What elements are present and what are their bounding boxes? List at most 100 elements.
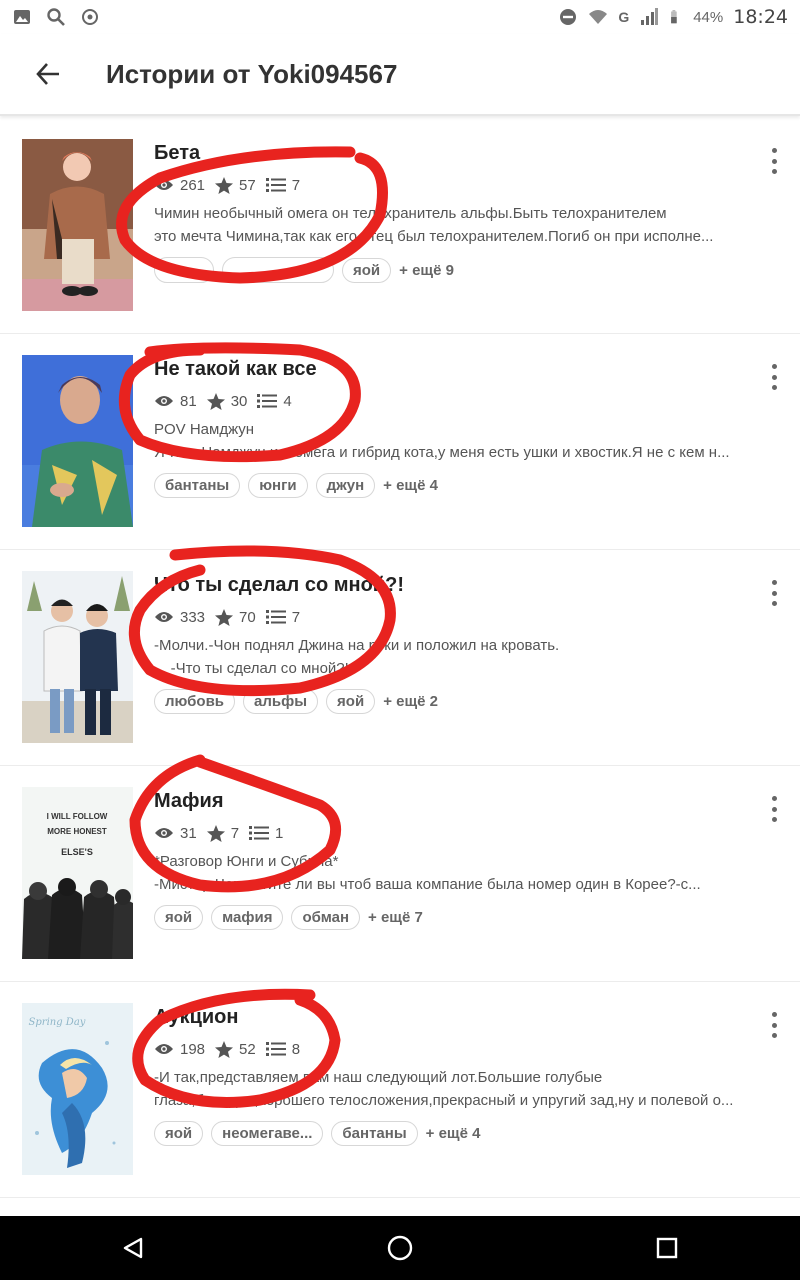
tag-chip[interactable]: яой [154, 905, 204, 930]
more-tags-link[interactable]: + ещё 4 [383, 477, 438, 494]
more-tags-link[interactable]: + ещё 2 [383, 693, 438, 710]
eye-icon [155, 180, 173, 190]
story-card[interactable]: Что ты сделал со мной?! 333 70 7 -Молчи.… [0, 550, 800, 766]
clock: 18:24 [733, 6, 788, 28]
views-count: 31 [180, 824, 197, 842]
star-icon [215, 608, 234, 626]
system-nav-bar [0, 1216, 800, 1280]
tag-chip[interactable]: яой [326, 689, 376, 714]
parts-count: 4 [283, 392, 292, 410]
tag-chip[interactable]: юнги [248, 473, 308, 498]
tag-chip[interactable]: бантаны [154, 473, 241, 498]
views-count: 198 [180, 1040, 206, 1058]
tag-chip[interactable]: неомегаве... [211, 1121, 324, 1146]
stars-count: 52 [239, 1040, 256, 1058]
nav-back-button[interactable] [103, 1216, 163, 1280]
tag-chip[interactable] [154, 257, 214, 283]
story-title[interactable]: Бета [154, 142, 774, 168]
tag-chip[interactable]: обман [291, 905, 361, 930]
search-icon [47, 8, 65, 26]
parts-list-icon [265, 1042, 286, 1056]
overflow-menu-button[interactable] [762, 364, 786, 390]
dnd-icon [560, 9, 577, 25]
description-line: глаза,блондин,хорошего телосложения,прек… [154, 1092, 734, 1109]
app-bar: Истории от Yoki094567 [0, 34, 800, 116]
overflow-menu-button[interactable] [762, 796, 786, 822]
story-stats: 261 57 7 [154, 174, 774, 196]
more-tags-link[interactable]: + ещё 9 [399, 262, 454, 279]
stars-count: 30 [230, 392, 248, 410]
description-line: -Мистер Чон,хотите ли вы чтоб ваша компа… [154, 876, 701, 893]
description-line: Чимин необычный омега он телохранитель а… [154, 205, 667, 222]
views-count: 333 [180, 608, 206, 626]
back-button[interactable] [0, 33, 96, 115]
story-cover[interactable] [22, 355, 133, 527]
star-icon [206, 392, 225, 410]
page-title: Истории от Yoki094567 [106, 58, 398, 89]
story-card[interactable]: Не такой как все 81 30 4 POV Намджун Я-К… [0, 334, 800, 550]
story-card[interactable]: I WILL FOLLOW MORE HONEST ELSE'S Мафия 3… [0, 766, 800, 982]
tag-chip[interactable]: яой [342, 257, 392, 283]
overflow-menu-button[interactable] [762, 580, 786, 606]
story-title[interactable]: Аукцион [154, 1006, 774, 1032]
parts-list-icon [257, 394, 278, 408]
nav-home-button[interactable] [370, 1216, 430, 1280]
battery-icon [671, 10, 677, 24]
parts-count: 7 [291, 608, 301, 626]
story-cover[interactable] [22, 139, 133, 311]
cover-caption: I WILL FOLLOW [47, 812, 108, 821]
tag-list: яой неомегаве... бантаны + ещё 4 [154, 1121, 774, 1146]
story-description: Чимин необычный омега он телохранитель а… [154, 202, 774, 248]
parts-count: 8 [291, 1040, 301, 1058]
tag-list: яой мафия обман + ещё 7 [154, 905, 774, 930]
signal-icon [641, 8, 659, 25]
eye-icon [155, 828, 173, 838]
star-icon [206, 824, 225, 842]
nav-recents-button[interactable] [637, 1216, 697, 1280]
overflow-menu-button[interactable] [762, 1012, 786, 1038]
story-card[interactable]: Бета 261 57 7 Чимин необычный омега он т… [0, 118, 800, 334]
back-triangle-icon [124, 1237, 143, 1259]
tag-chip[interactable]: альфы [243, 689, 319, 714]
story-cover[interactable] [22, 571, 133, 743]
more-tags-link[interactable]: + ещё 4 [426, 1125, 481, 1142]
description-line: Я-Ким Намджун,и я омега и гибрид кота,у … [154, 444, 730, 461]
eye-icon [155, 612, 173, 622]
star-icon [215, 1040, 234, 1058]
cover-image-namjoon [22, 355, 133, 527]
story-title[interactable]: Мафия [154, 790, 774, 816]
story-cover[interactable]: I WILL FOLLOW MORE HONEST ELSE'S [22, 787, 133, 959]
image-icon [14, 10, 30, 24]
cover-image-jungkook-jin [22, 571, 133, 743]
overflow-menu-button[interactable] [762, 148, 786, 174]
wifi-icon [589, 10, 608, 24]
arrow-left-icon [36, 63, 59, 85]
story-description: POV Намджун Я-Ким Намджун,и я омега и ги… [154, 418, 774, 464]
parts-list-icon [249, 826, 270, 840]
stars-count: 7 [230, 824, 240, 842]
tag-chip[interactable] [222, 257, 334, 283]
story-card[interactable]: Spring Day Аукцион 198 52 8 -И так,предс… [0, 982, 800, 1198]
story-cover[interactable]: Spring Day [22, 1003, 133, 1175]
tag-chip[interactable]: бантаны [331, 1121, 418, 1146]
tag-chip[interactable]: мафия [211, 905, 284, 930]
more-tags-link[interactable]: + ещё 7 [368, 909, 423, 926]
tag-chip[interactable]: яой [154, 1121, 204, 1146]
story-description: *Разговор Юнги и Субина* -Мистер Чон,хот… [154, 850, 774, 896]
description-line: -Молчи.-Чон поднял Джина на руки и полож… [154, 637, 560, 654]
cover-image-mafia: I WILL FOLLOW MORE HONEST ELSE'S [22, 787, 133, 959]
description-line: это мечта Чимина,так как его отец был те… [154, 228, 714, 245]
home-circle-icon [387, 1235, 413, 1261]
stars-count: 70 [239, 608, 256, 626]
star-icon [215, 176, 234, 194]
story-title[interactable]: Что ты сделал со мной?! [154, 574, 774, 600]
story-title[interactable]: Не такой как все [154, 358, 774, 384]
description-line: -И так,представляем вам наш следующий ло… [154, 1069, 603, 1086]
story-description: -И так,представляем вам наш следующий ло… [154, 1066, 774, 1112]
tag-list: яой + ещё 9 [154, 257, 774, 283]
tag-chip[interactable]: любовь [154, 689, 236, 714]
tag-chip[interactable]: джун [315, 473, 376, 498]
recents-square-icon [656, 1237, 677, 1259]
tag-list: любовь альфы яой + ещё 2 [154, 689, 774, 714]
story-list: Бета 261 57 7 Чимин необычный омега он т… [0, 118, 800, 1198]
